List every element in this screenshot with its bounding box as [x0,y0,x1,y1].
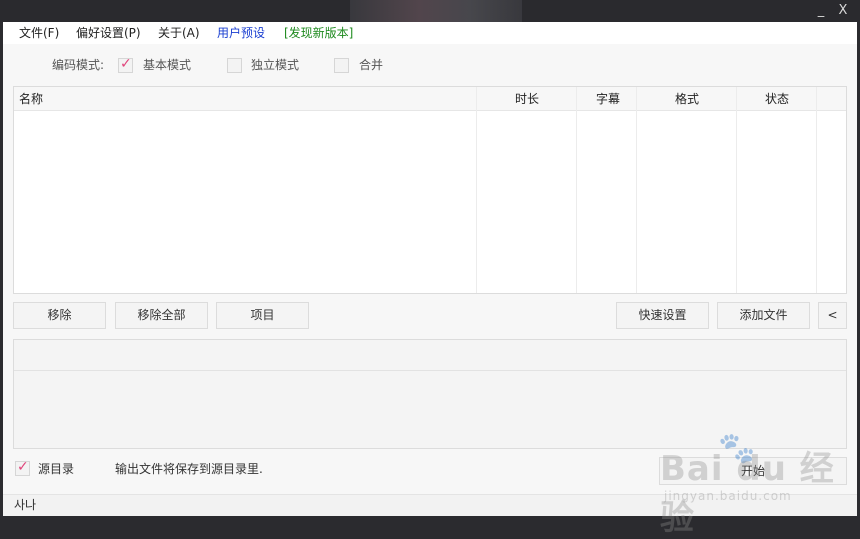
output-row: ✓ 源目录 输出文件将保存到源目录里. 开始 [3,457,857,488]
watermark-brand: Bai du 经验 [660,449,835,538]
menu-preferences[interactable]: 偏好设置(P) [76,25,141,41]
menu-new-version[interactable]: [发现新版本] [284,25,353,41]
collapse-button[interactable]: < [818,302,847,329]
status-bar: 사나 [3,494,857,516]
column-format[interactable]: 格式 [675,87,699,111]
remove-all-button[interactable]: 移除全部 [115,302,208,329]
column-name[interactable]: 名称 [19,87,43,111]
column-subtitle[interactable]: 字幕 [596,87,620,111]
source-dir-label[interactable]: 源目录 [38,461,74,477]
encode-mode-row: 编码模式: ✓ 基本模式 独立模式 合并 [3,44,857,84]
menu-user-presets[interactable]: 用户预设 [217,25,265,41]
table-header: 名称 时长 字幕 格式 状态 [14,87,846,111]
output-message: 输出文件将保存到源目录里. [115,462,263,476]
independent-mode-checkbox[interactable] [227,58,242,73]
remove-button[interactable]: 移除 [13,302,106,329]
column-divider [736,87,737,293]
close-button[interactable]: X [834,3,852,19]
column-divider [636,87,637,293]
quick-settings-button[interactable]: 快速设置 [616,302,709,329]
status-text: 사나 [14,498,37,512]
source-dir-checkbox[interactable]: ✓ [15,459,30,476]
column-divider [476,87,477,293]
project-button[interactable]: 项目 [216,302,309,329]
file-table[interactable]: 名称 时长 字幕 格式 状态 [13,86,847,294]
add-file-button[interactable]: 添加文件 [717,302,810,329]
menu-about[interactable]: 关于(A) [158,25,200,41]
merge-label[interactable]: 合并 [359,57,383,73]
app-window: 文件(F) 偏好设置(P) 关于(A) 用户预设 [发现新版本] 编码模式: ✓… [3,22,857,538]
column-divider [576,87,577,293]
encode-mode-label: 编码模式: [52,58,105,72]
column-status[interactable]: 状态 [765,87,789,111]
check-icon: ✓ [17,459,29,475]
start-button[interactable]: 开始 [659,457,847,485]
column-duration[interactable]: 时长 [515,87,539,111]
minimize-button[interactable]: _ [812,3,830,19]
merge-checkbox[interactable] [334,58,349,73]
panel-divider [14,370,846,371]
settings-panel [13,339,847,449]
title-blur [350,0,522,22]
column-divider [816,87,817,293]
menu-file[interactable]: 文件(F) [19,25,59,41]
check-icon: ✓ [120,56,132,72]
title-bar: _ X [0,0,860,22]
menu-bar: 文件(F) 偏好设置(P) 关于(A) 用户预设 [发现新版本] [3,22,857,44]
independent-mode-label[interactable]: 独立模式 [251,57,299,73]
basic-mode-checkbox[interactable]: ✓ [118,56,133,73]
basic-mode-label[interactable]: 基本模式 [143,57,191,73]
